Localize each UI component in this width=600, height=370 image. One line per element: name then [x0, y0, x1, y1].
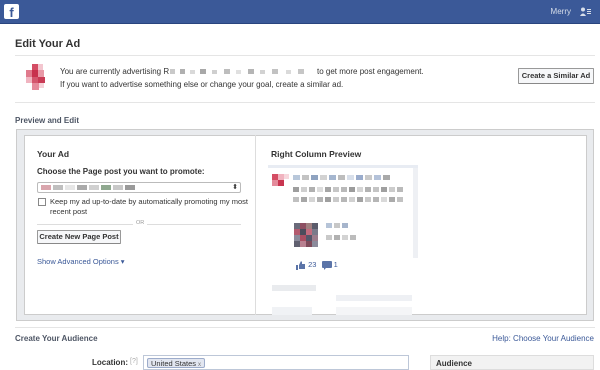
engagement-row: 23 1 — [296, 260, 338, 270]
info-prefix: You are currently advertising R — [60, 67, 170, 76]
auto-update-checkbox[interactable] — [38, 198, 46, 206]
page-post-select[interactable]: ⬍ — [37, 182, 241, 193]
page-avatar — [26, 64, 45, 90]
location-input[interactable]: United States x — [143, 355, 409, 370]
ad-preview-image — [268, 165, 418, 315]
location-label: Location: — [92, 358, 128, 367]
column-divider — [255, 135, 256, 315]
location-token-label: United States — [151, 359, 197, 368]
page-title: Edit Your Ad — [15, 38, 81, 50]
divider — [15, 102, 595, 103]
like-count: 23 — [308, 260, 317, 269]
create-new-page-post-button[interactable]: Create New Page Post — [37, 230, 121, 244]
right-column-preview-heading: Right Column Preview — [271, 149, 362, 159]
blurred-post-title — [41, 185, 135, 190]
audience-summary-heading: Audience — [436, 359, 473, 368]
or-text: OR — [133, 220, 148, 226]
comment-bubble-icon — [321, 260, 332, 270]
show-advanced-options-link[interactable]: Show Advanced Options ▾ — [37, 257, 125, 266]
blurred-post-name — [170, 69, 304, 74]
location-token: United States x — [147, 358, 206, 368]
create-similar-ad-button[interactable]: Create a Similar Ad — [518, 68, 594, 84]
info-suffix: to get more post engagement. — [317, 67, 424, 76]
top-bar: f Merry — [0, 0, 600, 24]
facebook-logo-icon[interactable]: f — [4, 4, 19, 20]
divider — [15, 327, 595, 328]
like-thumb-icon — [296, 260, 305, 270]
location-help-icon[interactable]: [?] — [130, 358, 138, 365]
auto-update-label: Keep my ad up-to-date by automatically p… — [50, 197, 249, 216]
choose-post-label: Choose the Page post you want to promote… — [37, 167, 205, 176]
comment-count: 1 — [333, 260, 338, 269]
remove-token-icon[interactable]: x — [198, 362, 201, 368]
friend-requests-icon[interactable] — [580, 7, 591, 16]
select-arrows-icon: ⬍ — [232, 184, 238, 191]
help-choose-audience-link[interactable]: Help: Choose Your Audience — [492, 334, 594, 343]
user-name-link[interactable]: Merry — [551, 7, 571, 16]
advertising-info-line2: If you want to advertise something else … — [60, 80, 344, 89]
advertising-info-line1: You are currently advertising R — [60, 67, 169, 76]
create-audience-heading: Create Your Audience — [15, 334, 98, 343]
audience-summary-panel: Audience — [430, 355, 594, 370]
divider — [15, 55, 595, 56]
preview-edit-heading: Preview and Edit — [15, 116, 80, 125]
your-ad-heading: Your Ad — [37, 149, 70, 159]
